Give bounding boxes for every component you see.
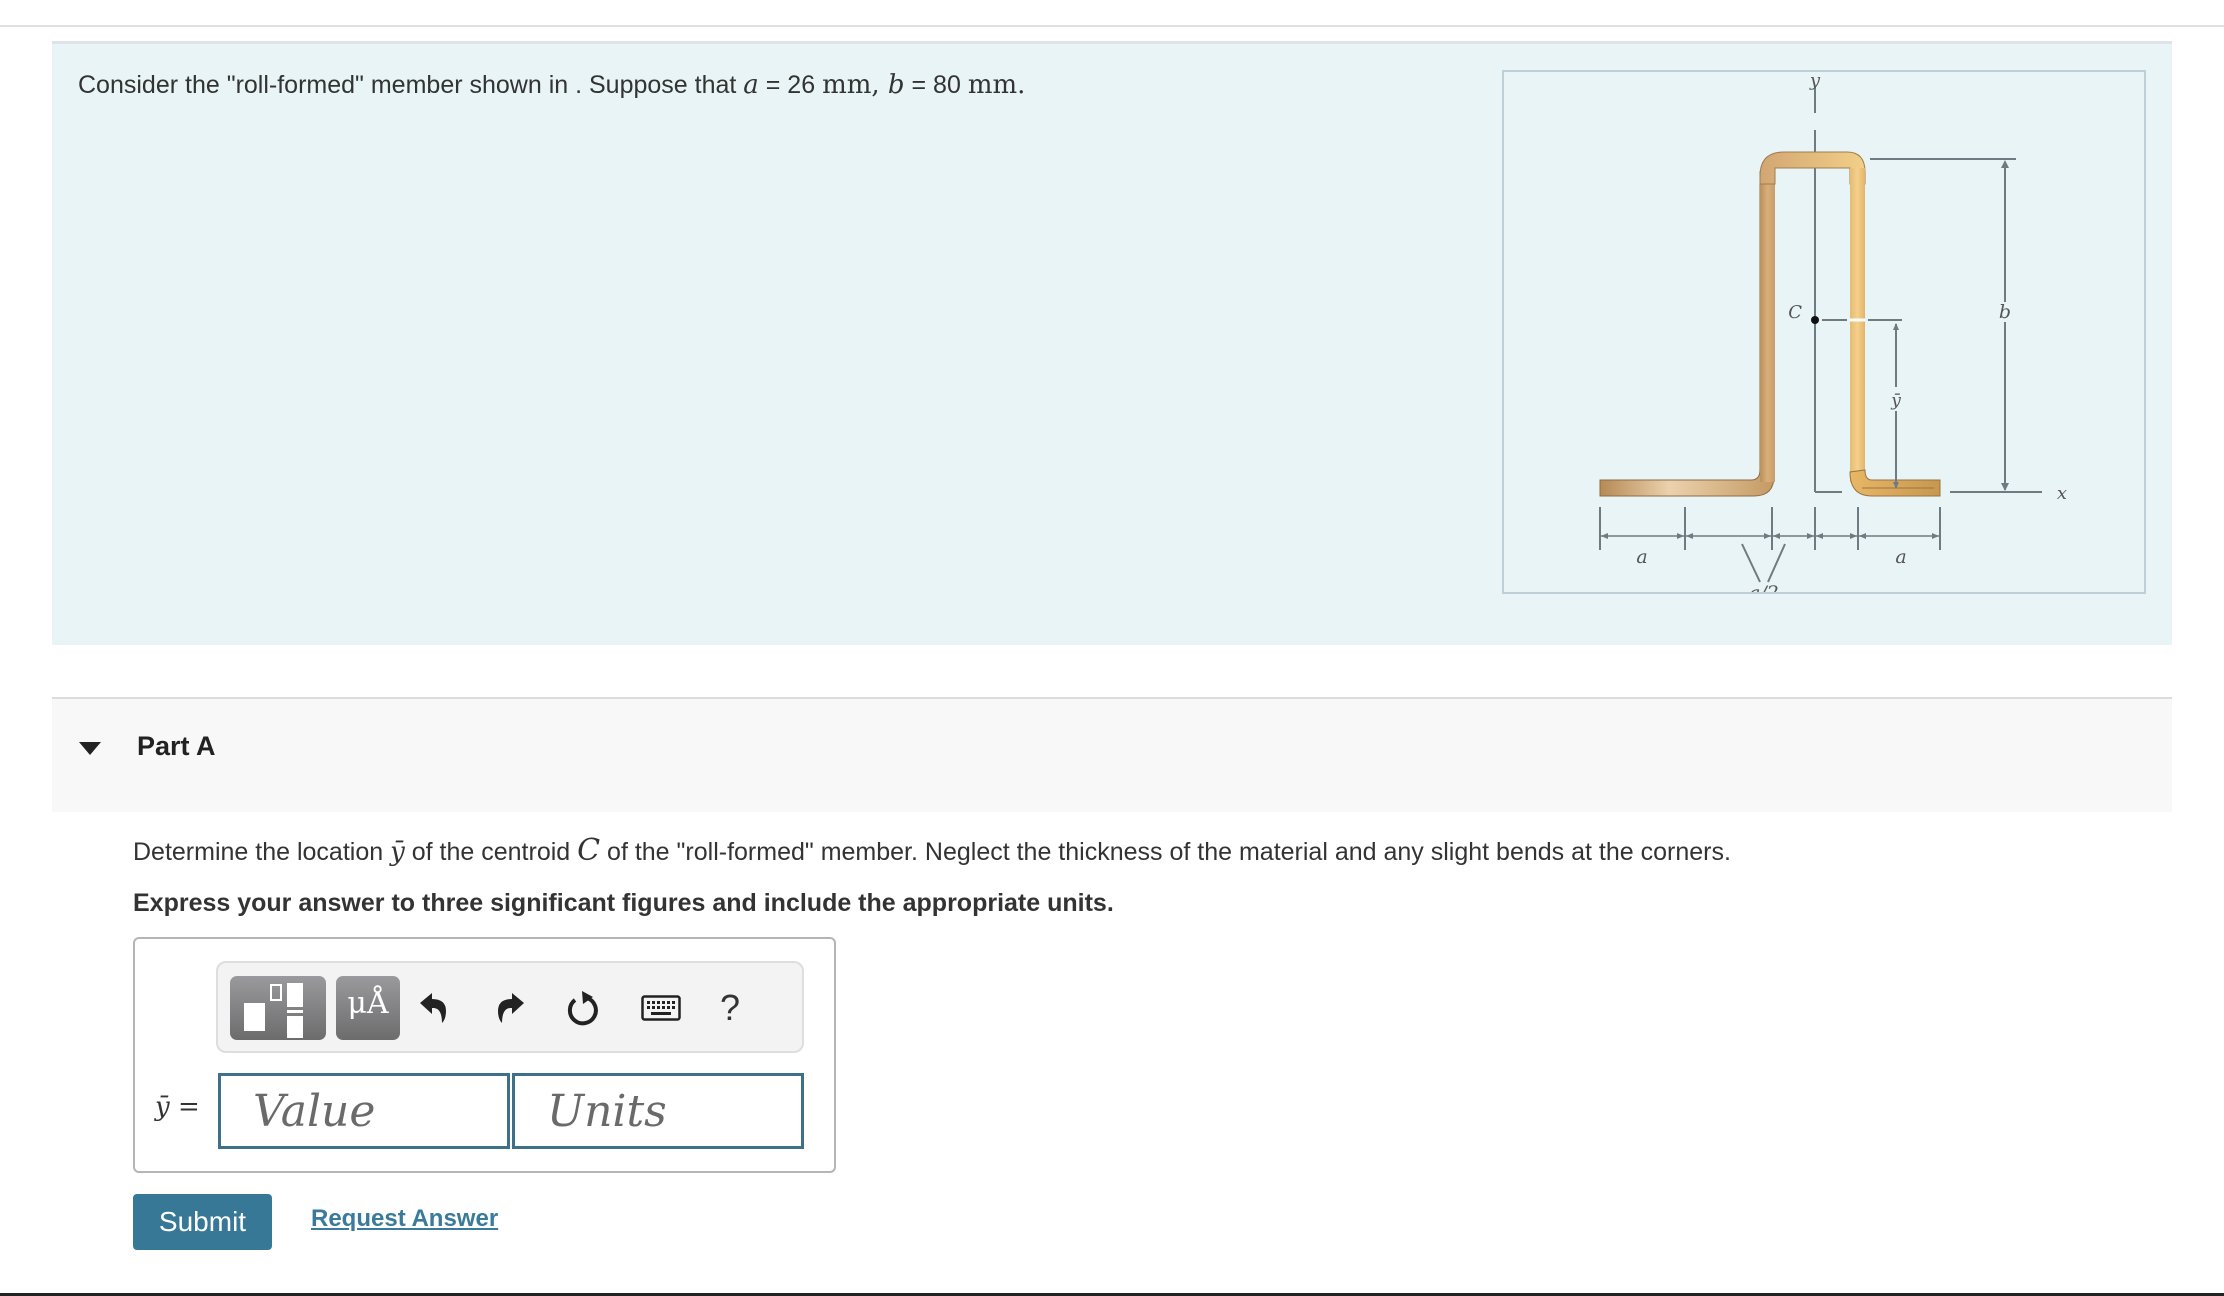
figure-roll-formed-member[interactable]: y x b C ȳ a a <box>1502 70 2146 594</box>
b-arrow-bottom <box>2001 483 2009 491</box>
submit-button[interactable]: Submit <box>133 1194 272 1250</box>
help-icon: ? <box>719 987 741 1028</box>
part-title: Part A <box>137 731 216 761</box>
unit-b: mm <box>967 70 1018 100</box>
unit-a: mm <box>822 70 872 100</box>
bottom-dimensions <box>1599 507 1941 583</box>
var-a: a <box>743 70 759 100</box>
var-b: b <box>887 70 905 100</box>
answer-instruction: Express your answer to three significant… <box>133 889 1114 917</box>
problem-intro: Consider the "roll-formed" member shown … <box>52 41 2172 645</box>
redo-icon <box>498 993 524 1023</box>
ybar-label: ȳ <box>1890 391 1901 411</box>
period: . <box>1017 70 1026 100</box>
question-text: Determine the location ȳ of the centroid… <box>133 833 1731 868</box>
value-a: = 26 <box>758 71 823 99</box>
value-b: = 80 <box>904 71 968 99</box>
top-divider <box>0 25 2224 27</box>
request-answer-link[interactable]: Request Answer <box>311 1205 498 1233</box>
part-a-header[interactable]: Part A <box>52 697 2172 812</box>
intro-text: Consider the "roll-formed" member shown … <box>78 70 1025 100</box>
units-icon: μÅ <box>347 986 389 1021</box>
intro-text-lead: Consider the "roll-formed" member shown … <box>78 71 744 99</box>
left-web <box>1760 172 1775 482</box>
answer-panel: μÅ ? ȳ = Value Units <box>133 937 836 1173</box>
x-axis-label: x <box>2057 483 2067 504</box>
undo-button[interactable] <box>414 983 454 1033</box>
redo-button[interactable] <box>490 983 530 1033</box>
a-left-label: a <box>1636 546 1647 568</box>
help-button[interactable]: ? <box>710 983 750 1033</box>
caret-down-icon[interactable] <box>79 742 101 755</box>
question-text-3: of the "roll-formed" member. Neglect the… <box>600 838 1731 866</box>
question-text-1: Determine the location <box>133 838 391 866</box>
ybar-arrow-top <box>1893 323 1899 330</box>
math-toolbar: μÅ ? <box>216 961 804 1053</box>
answer-variable-label: ȳ = <box>155 1091 200 1122</box>
b-label: b <box>1999 301 2011 323</box>
y-axis-label: y <box>1809 72 1821 91</box>
keyboard-icon <box>641 995 681 1021</box>
question-text-2: of the centroid <box>404 838 578 866</box>
templates-icon <box>244 983 303 1038</box>
ybar-equals: ȳ = <box>155 1092 200 1122</box>
left-flange <box>1599 171 1775 497</box>
b-arrow-top <box>2001 160 2009 168</box>
reset-icon <box>567 991 598 1026</box>
var-c: C <box>577 833 601 868</box>
var-ybar: ȳ <box>390 837 405 867</box>
separator: , <box>871 70 888 100</box>
centroid-point <box>1811 316 1819 324</box>
units-input[interactable] <box>512 1073 804 1149</box>
centroid-label: C <box>1788 302 1802 323</box>
member-diagram: y x b C ȳ a a <box>1599 72 2067 592</box>
a-right-label: a <box>1895 546 1906 568</box>
templates-button[interactable] <box>230 976 326 1040</box>
reset-button[interactable] <box>563 983 603 1033</box>
keyboard-button[interactable] <box>636 983 686 1033</box>
top-web <box>1759 151 1866 185</box>
units-button[interactable]: μÅ <box>336 976 400 1040</box>
a-half-label: a/2 <box>1749 582 1779 592</box>
value-input[interactable] <box>218 1073 510 1149</box>
undo-icon <box>420 993 446 1023</box>
right-web <box>1850 168 1865 482</box>
